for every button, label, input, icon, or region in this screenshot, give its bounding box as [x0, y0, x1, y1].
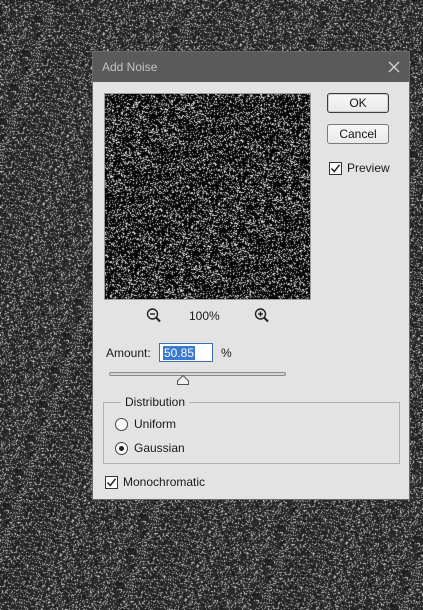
radio-uniform[interactable]: [115, 417, 128, 431]
preview-pane[interactable]: [104, 93, 311, 300]
checkmark-icon: [106, 477, 117, 487]
radio-uniform-label: Uniform: [134, 417, 177, 431]
amount-unit: %: [221, 346, 232, 360]
amount-value: 50.85: [163, 346, 196, 360]
cancel-button[interactable]: Cancel: [327, 124, 389, 144]
radio-gaussian[interactable]: [115, 441, 128, 455]
monochromatic-checkbox-row[interactable]: Monochromatic: [105, 475, 205, 489]
radio-uniform-row[interactable]: Uniform: [115, 417, 176, 431]
monochromatic-checkbox[interactable]: [105, 475, 118, 489]
preview-checkbox[interactable]: [329, 161, 342, 175]
distribution-title: Distribution: [121, 395, 190, 409]
radio-selected-dot: [119, 445, 124, 451]
dialog-titlebar[interactable]: Add Noise: [93, 52, 409, 82]
zoom-out-button[interactable]: [145, 307, 165, 325]
dialog-title: Add Noise: [102, 60, 158, 74]
checkmark-icon: [330, 163, 341, 173]
radio-gaussian-label: Gaussian: [134, 441, 185, 455]
preview-checkbox-row[interactable]: Preview: [329, 161, 390, 175]
monochromatic-label: Monochromatic: [123, 475, 206, 489]
amount-slider-track[interactable]: [109, 372, 286, 376]
preview-label: Preview: [347, 161, 390, 175]
ok-button[interactable]: OK: [327, 93, 389, 113]
zoom-level: 100%: [189, 309, 220, 323]
zoom-in-icon: [254, 308, 269, 323]
add-noise-dialog: Add Noise 100% OK Cancel Preview Amount:…: [92, 51, 410, 500]
zoom-in-button[interactable]: [253, 307, 273, 325]
amount-label: Amount:: [106, 346, 151, 360]
amount-slider-thumb[interactable]: [177, 375, 190, 385]
zoom-out-icon: [146, 308, 161, 323]
amount-input[interactable]: 50.85: [159, 343, 213, 362]
close-button[interactable]: [383, 56, 405, 78]
preview-image[interactable]: [105, 94, 310, 299]
close-icon: [388, 61, 400, 73]
radio-gaussian-row[interactable]: Gaussian: [115, 441, 185, 455]
